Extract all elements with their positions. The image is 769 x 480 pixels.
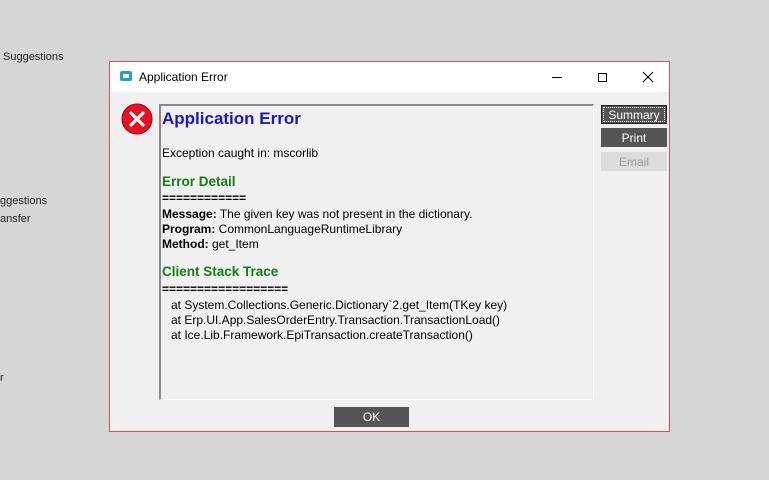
message-value: The given key was not present in the dic… [216,207,473,221]
background-label-suggestions: Suggestions [3,51,64,63]
stack-trace-line: at System.Collections.Generic.Dictionary… [171,298,508,312]
maximize-button[interactable] [579,62,625,92]
minimize-icon [552,76,562,78]
error-heading: Application Error [162,109,301,128]
error-icon [121,103,153,135]
method-label: Method: [162,237,209,251]
background-label-suggestions-2: ggestions [0,195,48,207]
title-bar[interactable]: Application Error [110,62,669,92]
close-button[interactable] [625,62,671,92]
background-label-fragment: r [0,372,4,384]
email-button[interactable]: Email [601,152,667,171]
maximize-icon [597,72,607,82]
app-icon [120,71,132,81]
stack-trace-line: at Ice.Lib.Framework.EpiTransaction.crea… [171,328,473,342]
application-error-dialog: Application Error Application Error Exce… [109,61,670,432]
background-label-transfer: ansfer [0,213,31,225]
error-details-panel[interactable]: Application Error Exception caught in: m… [159,104,594,400]
program-value: CommonLanguageRuntimeLibrary [215,222,403,236]
error-detail-heading: Error Detail [162,174,236,189]
stack-trace-heading: Client Stack Trace [162,264,279,279]
message-label: Message: [162,207,217,221]
minimize-button[interactable] [534,62,580,92]
close-icon [642,71,654,83]
print-button[interactable]: Print [601,128,667,147]
error-detail-separator: ============ [162,191,247,205]
ok-button[interactable]: OK [334,407,409,427]
exception-line: Exception caught in: mscorlib [162,146,319,160]
message-line: Message: The given key was not present i… [162,207,472,221]
method-value: get_Item [208,237,259,251]
program-label: Program: [162,222,216,236]
stack-trace-line: at Erp.UI.App.SalesOrderEntry.Transactio… [171,313,501,327]
program-line: Program: CommonLanguageRuntimeLibrary [162,222,402,236]
stack-trace-separator: ================== [162,282,289,296]
summary-button[interactable]: Summary [601,105,667,124]
dialog-title: Application Error [139,70,228,84]
method-line: Method: get_Item [162,237,259,251]
